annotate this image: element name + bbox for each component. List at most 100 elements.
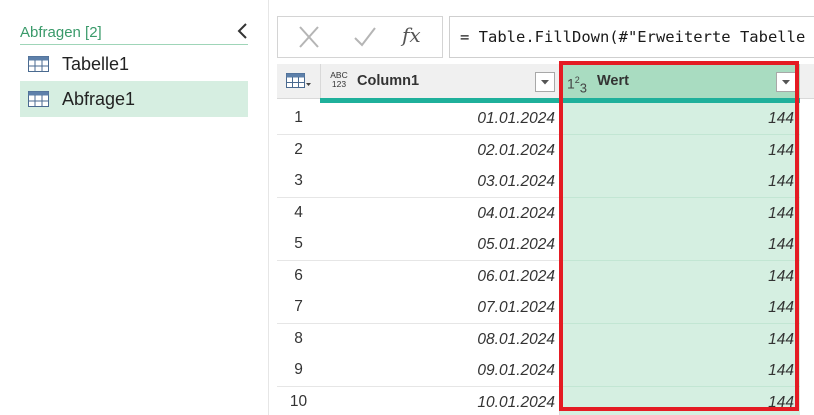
cell-column1[interactable]: 01.01.2024 — [320, 103, 560, 135]
cell-wert[interactable]: 144 — [560, 197, 800, 230]
query-item-label: Tabelle1 — [62, 54, 130, 74]
cell-wert[interactable]: 144 — [560, 260, 800, 293]
queries-pane: Abfragen [2] Tabelle1 Abfrage1 — [0, 0, 268, 415]
cell-value: 09.01.2024 — [477, 362, 555, 379]
chevron-down-icon — [541, 80, 549, 85]
cell-value: 144 — [768, 173, 794, 190]
row-number[interactable]: 5 — [277, 229, 321, 261]
cell-value: 01.01.2024 — [477, 110, 555, 127]
row-number-label: 7 — [294, 298, 303, 315]
row-number-label: 8 — [294, 329, 303, 347]
formula-text: = Table.FillDown(#"Erweiterte Tabelle — [460, 28, 806, 46]
row-number-label: 1 — [294, 109, 303, 126]
fx-button[interactable]: fx — [402, 23, 430, 47]
cell-column1[interactable]: 03.01.2024 — [320, 166, 560, 198]
cell-value: 144 — [768, 204, 794, 222]
row-number[interactable]: 10 — [277, 386, 321, 415]
table-row: 9 09.01.2024 144 — [277, 355, 814, 387]
cell-value: 07.01.2024 — [477, 299, 555, 316]
cell-value: 08.01.2024 — [477, 330, 555, 348]
cell-column1[interactable]: 08.01.2024 — [320, 323, 560, 356]
close-icon[interactable] — [295, 25, 323, 49]
cell-value: 06.01.2024 — [477, 267, 555, 285]
query-item-label: Abfrage1 — [62, 89, 136, 109]
cell-wert[interactable]: 144 — [560, 386, 800, 415]
cell-wert[interactable]: 144 — [560, 103, 800, 135]
table-row: 5 05.01.2024 144 — [277, 229, 814, 261]
cell-column1[interactable]: 09.01.2024 — [320, 355, 560, 387]
data-grid: ABC 123 Column1 123 Wert 1 01.01.2024 144 — [277, 64, 814, 415]
formula-input[interactable]: = Table.FillDown(#"Erweiterte Tabelle — [449, 16, 814, 58]
pane-divider[interactable] — [268, 0, 269, 415]
row-number-label: 3 — [294, 172, 303, 189]
row-number[interactable]: 2 — [277, 134, 321, 167]
table-row: 1 01.01.2024 144 — [277, 103, 814, 135]
column-filter-button[interactable] — [776, 72, 796, 92]
cell-value: 10.01.2024 — [477, 393, 555, 411]
table-row: 7 07.01.2024 144 — [277, 292, 814, 324]
cell-column1[interactable]: 07.01.2024 — [320, 292, 560, 324]
table-row: 10 10.01.2024 144 — [277, 386, 814, 415]
row-number-label: 4 — [294, 203, 303, 221]
cell-value: 144 — [768, 236, 794, 253]
row-number-label: 5 — [294, 235, 303, 252]
table-row: 3 03.01.2024 144 — [277, 166, 814, 198]
row-number[interactable]: 6 — [277, 260, 321, 293]
checkmark-icon[interactable] — [351, 25, 379, 49]
query-item-abfrage1[interactable]: Abfrage1 — [20, 81, 248, 117]
row-number[interactable]: 8 — [277, 323, 321, 356]
queries-header: Abfragen [2] — [20, 22, 248, 45]
cell-column1[interactable]: 02.01.2024 — [320, 134, 560, 167]
formula-buttons: fx — [277, 16, 443, 58]
column-title: Wert — [597, 73, 629, 89]
cell-value: 144 — [768, 110, 794, 127]
table-row: 2 02.01.2024 144 — [277, 134, 814, 167]
type-any-icon[interactable]: ABC 123 — [326, 71, 352, 91]
cell-wert[interactable]: 144 — [560, 229, 800, 261]
cell-column1[interactable]: 10.01.2024 — [320, 386, 560, 415]
column-filter-button[interactable] — [535, 72, 555, 92]
table-icon — [28, 56, 49, 72]
row-number[interactable]: 1 — [277, 103, 321, 135]
cell-wert[interactable]: 144 — [560, 323, 800, 356]
cell-column1[interactable]: 04.01.2024 — [320, 197, 560, 230]
row-number[interactable]: 7 — [277, 292, 321, 324]
type-number-icon[interactable]: 123 — [564, 70, 590, 95]
cell-wert[interactable]: 144 — [560, 292, 800, 324]
row-number-label: 10 — [289, 392, 308, 410]
column-header-wert[interactable]: 123 Wert — [560, 64, 800, 98]
row-number-label: 2 — [294, 140, 303, 158]
column-title: Column1 — [357, 73, 420, 89]
row-number-label: 6 — [294, 266, 303, 284]
row-number[interactable]: 9 — [277, 355, 321, 387]
cell-value: 04.01.2024 — [477, 204, 555, 222]
cell-wert[interactable]: 144 — [560, 134, 800, 167]
query-item-tabelle1[interactable]: Tabelle1 — [20, 46, 248, 82]
table-icon — [286, 73, 311, 88]
cell-value: 03.01.2024 — [477, 173, 555, 190]
cell-value: 144 — [768, 330, 794, 348]
cell-value: 144 — [768, 141, 794, 159]
cell-column1[interactable]: 05.01.2024 — [320, 229, 560, 261]
row-number[interactable]: 3 — [277, 166, 321, 198]
cell-wert[interactable]: 144 — [560, 355, 800, 387]
cell-value: 144 — [768, 267, 794, 285]
grid-header: ABC 123 Column1 123 Wert — [277, 64, 814, 99]
table-menu-button[interactable] — [277, 64, 321, 98]
column-header-column1[interactable]: ABC 123 Column1 — [320, 64, 560, 98]
cell-value: 144 — [768, 299, 794, 316]
cell-value: 02.01.2024 — [477, 141, 555, 159]
cell-value: 144 — [768, 362, 794, 379]
table-row: 8 08.01.2024 144 — [277, 323, 814, 356]
cell-column1[interactable]: 06.01.2024 — [320, 260, 560, 293]
table-icon — [28, 91, 49, 107]
chevron-left-icon[interactable] — [234, 20, 252, 42]
cell-value: 05.01.2024 — [477, 236, 555, 253]
table-row: 4 04.01.2024 144 — [277, 197, 814, 230]
row-number[interactable]: 4 — [277, 197, 321, 230]
table-row: 6 06.01.2024 144 — [277, 260, 814, 293]
row-number-label: 9 — [294, 361, 303, 378]
chevron-down-icon — [782, 80, 790, 85]
queries-title: Abfragen [2] — [20, 24, 102, 41]
cell-wert[interactable]: 144 — [560, 166, 800, 198]
